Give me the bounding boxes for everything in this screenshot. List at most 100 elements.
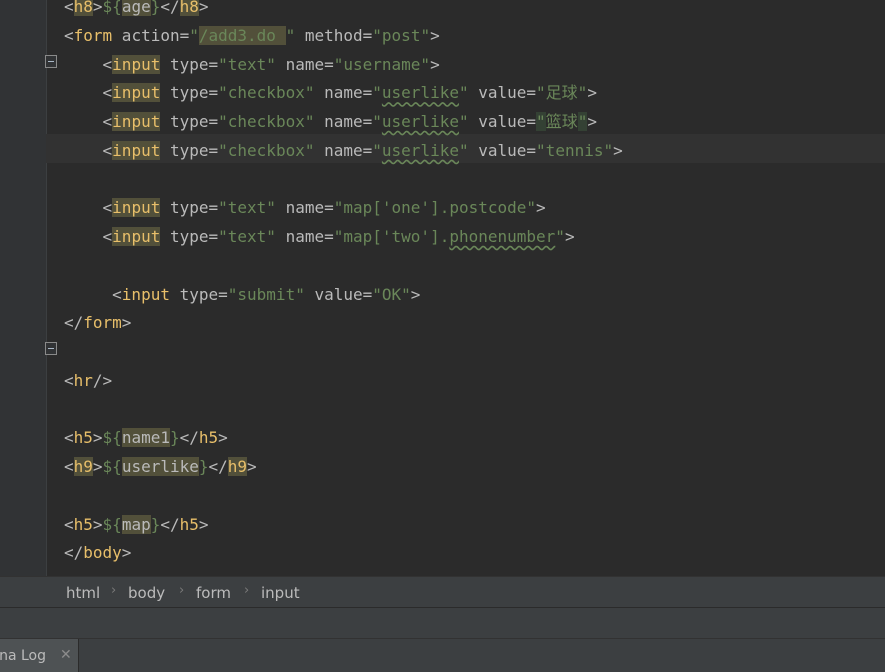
code-line-input-tennis[interactable]: <input type="checkbox" name="userlike" v…: [64, 136, 623, 165]
chevron-right-icon: ›: [111, 583, 117, 598]
code-token: ${: [102, 514, 122, 534]
code-token: ": [372, 83, 382, 103]
code-token: type=: [160, 227, 219, 246]
code-line-body-close[interactable]: </body>: [64, 538, 131, 567]
code-token: }: [150, 514, 161, 534]
code-token: ": [372, 112, 382, 131]
code-token: <: [64, 514, 74, 534]
tool-window-panel: Tomcat Catalina Log ✕: [0, 607, 885, 672]
chevron-right-icon: ›: [179, 583, 185, 598]
code-token: h5: [198, 428, 219, 448]
code-token: h5: [179, 514, 199, 534]
code-token: >: [430, 25, 440, 45]
close-icon[interactable]: ✕: [60, 647, 72, 663]
code-token: name1: [121, 428, 170, 448]
code-token: <: [64, 370, 74, 390]
breadcrumb-item-input[interactable]: input: [261, 584, 300, 602]
chevron-right-icon: ›: [244, 583, 250, 598]
code-token: type=: [160, 140, 219, 160]
code-token: h9: [73, 457, 93, 476]
code-token: name=: [314, 112, 373, 131]
code-token: "tennis": [536, 140, 614, 160]
code-token: >: [247, 457, 257, 476]
code-token: type=: [160, 54, 219, 74]
code-token: name=: [314, 140, 373, 160]
code-token: </: [64, 313, 84, 333]
code-token: />: [92, 370, 113, 390]
code-token: >: [430, 54, 440, 74]
code-line-input-username[interactable]: <input type="text" name="username">: [64, 50, 440, 79]
editor-gutter: [0, 0, 47, 576]
code-token: ": [577, 112, 588, 131]
tab-tomcat-catalina-log[interactable]: Tomcat Catalina Log ✕: [0, 639, 79, 672]
code-token: h9: [227, 457, 248, 476]
code-line-input-football[interactable]: <input type="checkbox" name="userlike" v…: [64, 78, 597, 107]
code-token: type=: [160, 83, 219, 103]
code-token: h8: [179, 0, 199, 16]
code-token: userlike: [121, 457, 199, 476]
code-token: "text": [218, 54, 276, 74]
breadcrumb-item-form[interactable]: form: [196, 584, 231, 602]
code-line-input-postcode[interactable]: <input type="text" name="map['one'].post…: [64, 193, 546, 222]
code-token: ": [458, 112, 469, 131]
code-token: "checkbox": [218, 83, 315, 103]
code-token: <: [64, 0, 74, 16]
code-line-input-basketball[interactable]: <input type="checkbox" name="userlike" v…: [64, 107, 597, 136]
code-token: <: [64, 457, 74, 476]
code-token: map: [121, 514, 151, 534]
code-token: action=: [112, 25, 190, 45]
code-token: ${: [102, 0, 122, 16]
code-line-input-submit[interactable]: <input type="submit" value="OK">: [64, 280, 420, 309]
code-token: name=: [275, 227, 334, 246]
code-token: name=: [314, 83, 373, 103]
code-token: <: [64, 112, 113, 131]
code-line-h8[interactable]: <h8>${age}</h8>: [64, 0, 209, 21]
code-token: value=: [468, 112, 537, 131]
code-token: ": [372, 140, 382, 160]
code-token: <: [64, 83, 113, 103]
code-token: }: [150, 0, 161, 16]
code-line-input-phonenumber[interactable]: <input type="text" name="map['two'].phon…: [64, 222, 575, 251]
code-token: "map['one'].postcode": [333, 198, 537, 218]
code-token: input: [112, 83, 161, 103]
code-token: >: [92, 514, 103, 534]
code-line-h5-name1[interactable]: <h5>${name1}</h5>: [64, 423, 228, 452]
code-token: name=: [275, 54, 334, 74]
code-token: userlike: [381, 112, 459, 131]
code-editor[interactable]: <h8>${age}</h8> <form action="/add3.do " …: [0, 0, 885, 576]
fold-icon[interactable]: [45, 342, 57, 355]
code-token: <: [64, 140, 113, 160]
code-token: userlike: [381, 140, 459, 160]
code-line-h5-map[interactable]: <h5>${map}</h5>: [64, 510, 209, 539]
code-line-h9-userlike[interactable]: <h9>${userlike}</h9>: [64, 452, 257, 481]
code-token: hr: [73, 370, 93, 390]
code-token: value=: [468, 140, 537, 160]
code-token: input: [112, 198, 161, 218]
code-token: h5: [73, 428, 93, 448]
code-token: <: [64, 227, 113, 246]
code-token: >: [587, 112, 597, 131]
code-token: >: [218, 428, 228, 448]
code-token: >: [92, 428, 103, 448]
code-line-hr[interactable]: <hr/>: [64, 366, 112, 395]
code-token: ": [458, 83, 469, 103]
code-token: >: [121, 313, 132, 333]
code-token: ": [189, 25, 199, 45]
code-token: input: [112, 140, 161, 160]
breadcrumb: html › body › form › input: [0, 576, 885, 608]
code-token: type=: [169, 284, 228, 304]
fold-icon[interactable]: [45, 55, 57, 68]
code-token: >: [121, 543, 132, 563]
code-token: </: [64, 543, 84, 563]
code-token: input: [112, 54, 161, 74]
code-token: </: [160, 514, 180, 534]
code-token: >: [587, 83, 597, 103]
code-token: /add3.do: [198, 25, 286, 45]
code-line-form-close[interactable]: </form>: [64, 308, 131, 337]
breadcrumb-item-body[interactable]: body: [128, 584, 165, 602]
code-token: "post": [372, 25, 431, 45]
breadcrumb-item-html[interactable]: html: [66, 584, 100, 602]
code-token: type=: [160, 198, 219, 218]
code-line-form-open[interactable]: <form action="/add3.do " method="post">: [64, 21, 440, 50]
code-token: <: [64, 198, 113, 218]
